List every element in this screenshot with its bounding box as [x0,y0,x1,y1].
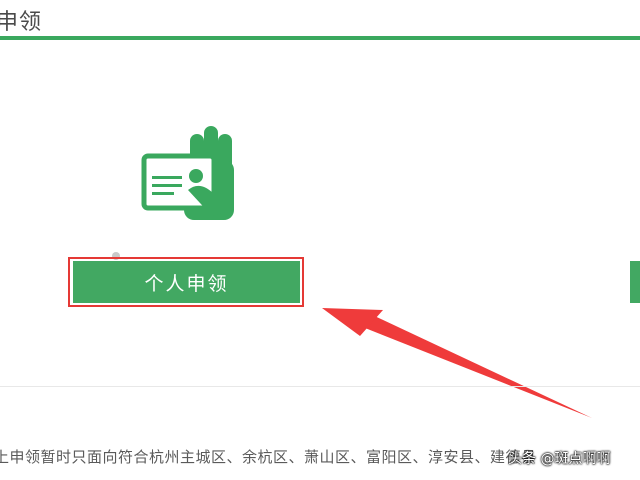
secondary-apply-button-edge[interactable] [630,261,640,303]
red-arrow-icon [322,308,592,418]
header-divider [0,36,640,40]
page-title: 申领 [0,10,43,35]
watermark-text: 头条 @斑点啊啊 [508,451,611,467]
section-divider [0,386,640,387]
id-card-hand-icon [141,126,234,220]
personal-apply-button[interactable]: 个人申领 [73,261,300,303]
